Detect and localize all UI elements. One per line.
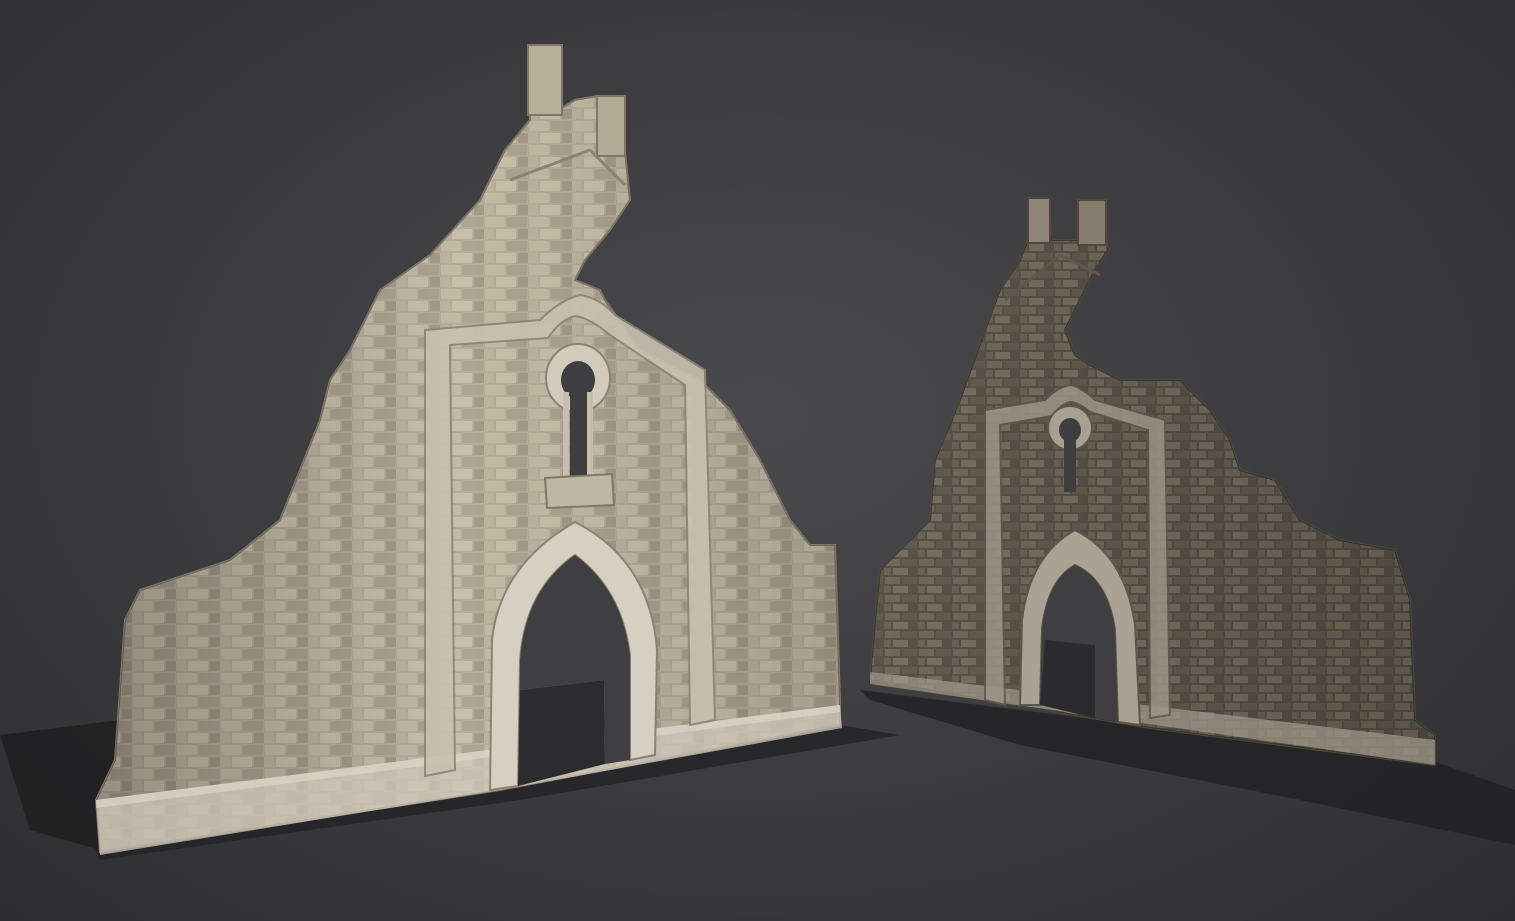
ruined-wall-left bbox=[94, 43, 842, 855]
scene-canvas bbox=[0, 43, 1515, 860]
ruined-wall-right bbox=[868, 196, 1436, 767]
render-viewport bbox=[0, 0, 1515, 921]
